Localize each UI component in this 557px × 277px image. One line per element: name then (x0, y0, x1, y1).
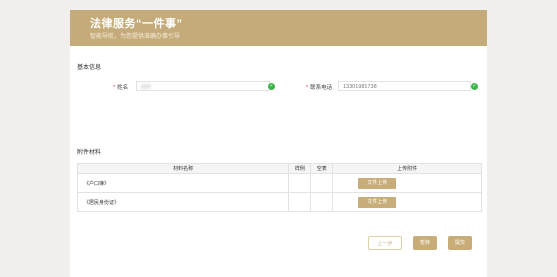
phone-label-text: 联系电话 (310, 85, 333, 91)
form-page: 法律服务“一件事” 智能导航，为您提供准确办事引导 基本信息 * 姓名 ✓ * 联系… (70, 10, 487, 277)
blank-form-cell (310, 173, 334, 193)
upload-cell: 文件上传 (332, 192, 482, 212)
submit-button[interactable]: 提交 (448, 236, 472, 250)
phone-input[interactable]: 13301981738 (338, 81, 471, 91)
attachments-table: 材料名称 样例 空表 上传附件 《户口簿》 文件上传 《居民身份证》 文件上传 (76, 163, 482, 212)
sample-cell (288, 173, 312, 193)
phone-input-value: 13301981738 (343, 84, 377, 90)
table-header-row: 材料名称 样例 空表 上传附件 (76, 163, 482, 174)
redacted-name (141, 84, 151, 89)
name-field-label: * 姓名 (113, 83, 128, 91)
file-upload-button[interactable]: 文件上传 (358, 177, 397, 189)
page-banner: 法律服务“一件事” 智能导航，为您提供准确办事引导 (70, 10, 487, 46)
phone-valid-check-icon: ✓ (471, 83, 478, 90)
material-name-cell: 《居民身份证》 (76, 192, 290, 212)
name-label-text: 姓名 (117, 85, 129, 91)
basic-info-section-title: 基本信息 (77, 65, 102, 71)
table-row: 《户口簿》 文件上传 (76, 173, 482, 193)
page-subtitle: 智能导航，为您提供准确办事引导 (90, 34, 181, 40)
file-upload-button[interactable]: 文件上传 (358, 196, 397, 208)
column-header-material-name: 材料名称 (76, 163, 290, 174)
table-row: 《居民身份证》 文件上传 (76, 192, 482, 212)
name-valid-check-icon: ✓ (268, 83, 275, 90)
blank-form-cell (310, 192, 334, 212)
save-draft-button[interactable]: 暂存 (413, 236, 437, 250)
material-name-cell: 《户口簿》 (76, 173, 290, 193)
previous-step-button[interactable]: 上一步 (368, 236, 402, 250)
sample-cell (288, 192, 312, 212)
column-header-sample: 样例 (288, 163, 312, 174)
phone-field-label: * 联系电话 (306, 83, 332, 91)
name-input[interactable] (136, 81, 270, 91)
upload-cell: 文件上传 (332, 173, 482, 193)
column-header-blank-form: 空表 (310, 163, 334, 174)
required-marker: * (113, 85, 116, 91)
page-title: 法律服务“一件事” (90, 18, 183, 30)
column-header-upload: 上传附件 (332, 163, 482, 174)
attachments-section-title: 附件材料 (77, 150, 102, 156)
required-marker: * (306, 85, 309, 91)
